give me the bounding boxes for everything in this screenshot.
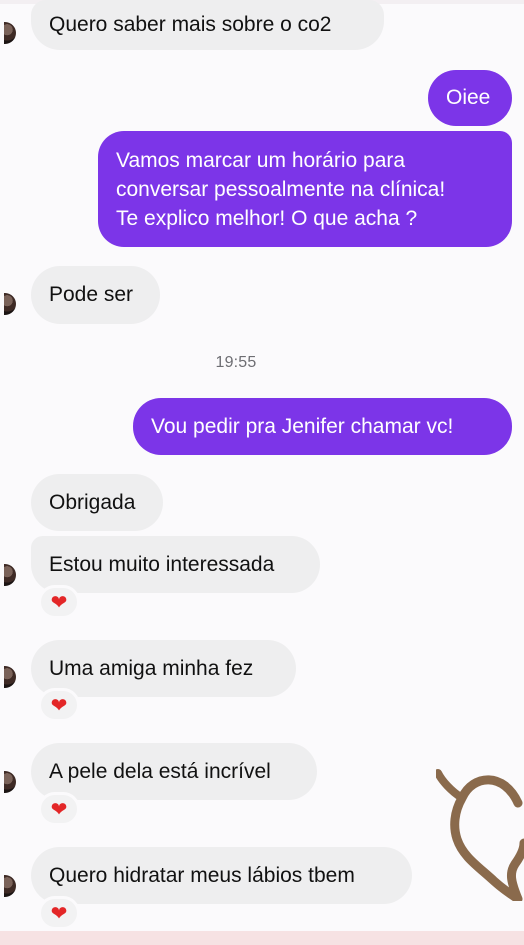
chat-screen: Quero saber mais sobre o co2 Oiee Vamos … (0, 0, 524, 945)
incoming-message[interactable]: Quero saber mais sobre o co2 (31, 0, 384, 50)
heart-icon: ❤ (50, 695, 68, 717)
outgoing-message-line: conversar pessoalmente na clínica! (116, 177, 446, 201)
outgoing-message[interactable]: Vou pedir pra Jenifer chamar vc! (133, 398, 512, 455)
heart-icon: ❤ (50, 592, 68, 614)
incoming-message[interactable]: Estou muito interessada (31, 536, 320, 593)
heart-reaction[interactable]: ❤ (38, 688, 80, 722)
incoming-message-text: A pele dela está incrível (49, 759, 271, 783)
outgoing-message-line: Vamos marcar um horário para (116, 148, 406, 172)
avatar-icon (4, 771, 16, 793)
heart-reaction[interactable]: ❤ (38, 896, 80, 930)
incoming-message[interactable]: Obrigada (31, 474, 163, 531)
incoming-message[interactable]: Pode ser (31, 266, 160, 324)
avatar-icon (4, 875, 16, 897)
outgoing-message-text: Oiee (446, 86, 491, 109)
avatar-icon (4, 22, 16, 44)
outgoing-message-line: Te explico melhor! O que acha ? (116, 206, 418, 230)
heart-reaction[interactable]: ❤ (38, 585, 80, 619)
incoming-message-text: Pode ser (49, 283, 134, 306)
message-timestamp: 19:55 (215, 354, 257, 371)
avatar-icon (4, 293, 16, 315)
incoming-message-text: Uma amiga minha fez (49, 656, 254, 680)
outgoing-message[interactable]: Vamos marcar um horário para conversar p… (98, 131, 512, 247)
incoming-message[interactable]: Quero hidratar meus lábios tbem (31, 847, 412, 904)
heart-reaction[interactable]: ❤ (38, 792, 80, 826)
incoming-message[interactable]: Uma amiga minha fez (31, 640, 296, 697)
incoming-message[interactable]: A pele dela está incrível (31, 743, 317, 800)
heart-sticker-icon (436, 769, 524, 901)
avatar-icon (4, 564, 16, 586)
incoming-message-text: Quero hidratar meus lábios tbem (49, 863, 355, 887)
heart-icon: ❤ (50, 799, 68, 821)
bottom-strip (0, 931, 524, 945)
incoming-message-text: Quero saber mais sobre o co2 (49, 13, 332, 36)
avatar-icon (4, 666, 16, 688)
outgoing-message-text: Vou pedir pra Jenifer chamar vc! (151, 414, 454, 438)
incoming-message-text: Obrigada (49, 490, 136, 514)
outgoing-message[interactable]: Oiee (428, 70, 512, 126)
heart-icon: ❤ (50, 903, 68, 925)
incoming-message-text: Estou muito interessada (49, 552, 275, 576)
